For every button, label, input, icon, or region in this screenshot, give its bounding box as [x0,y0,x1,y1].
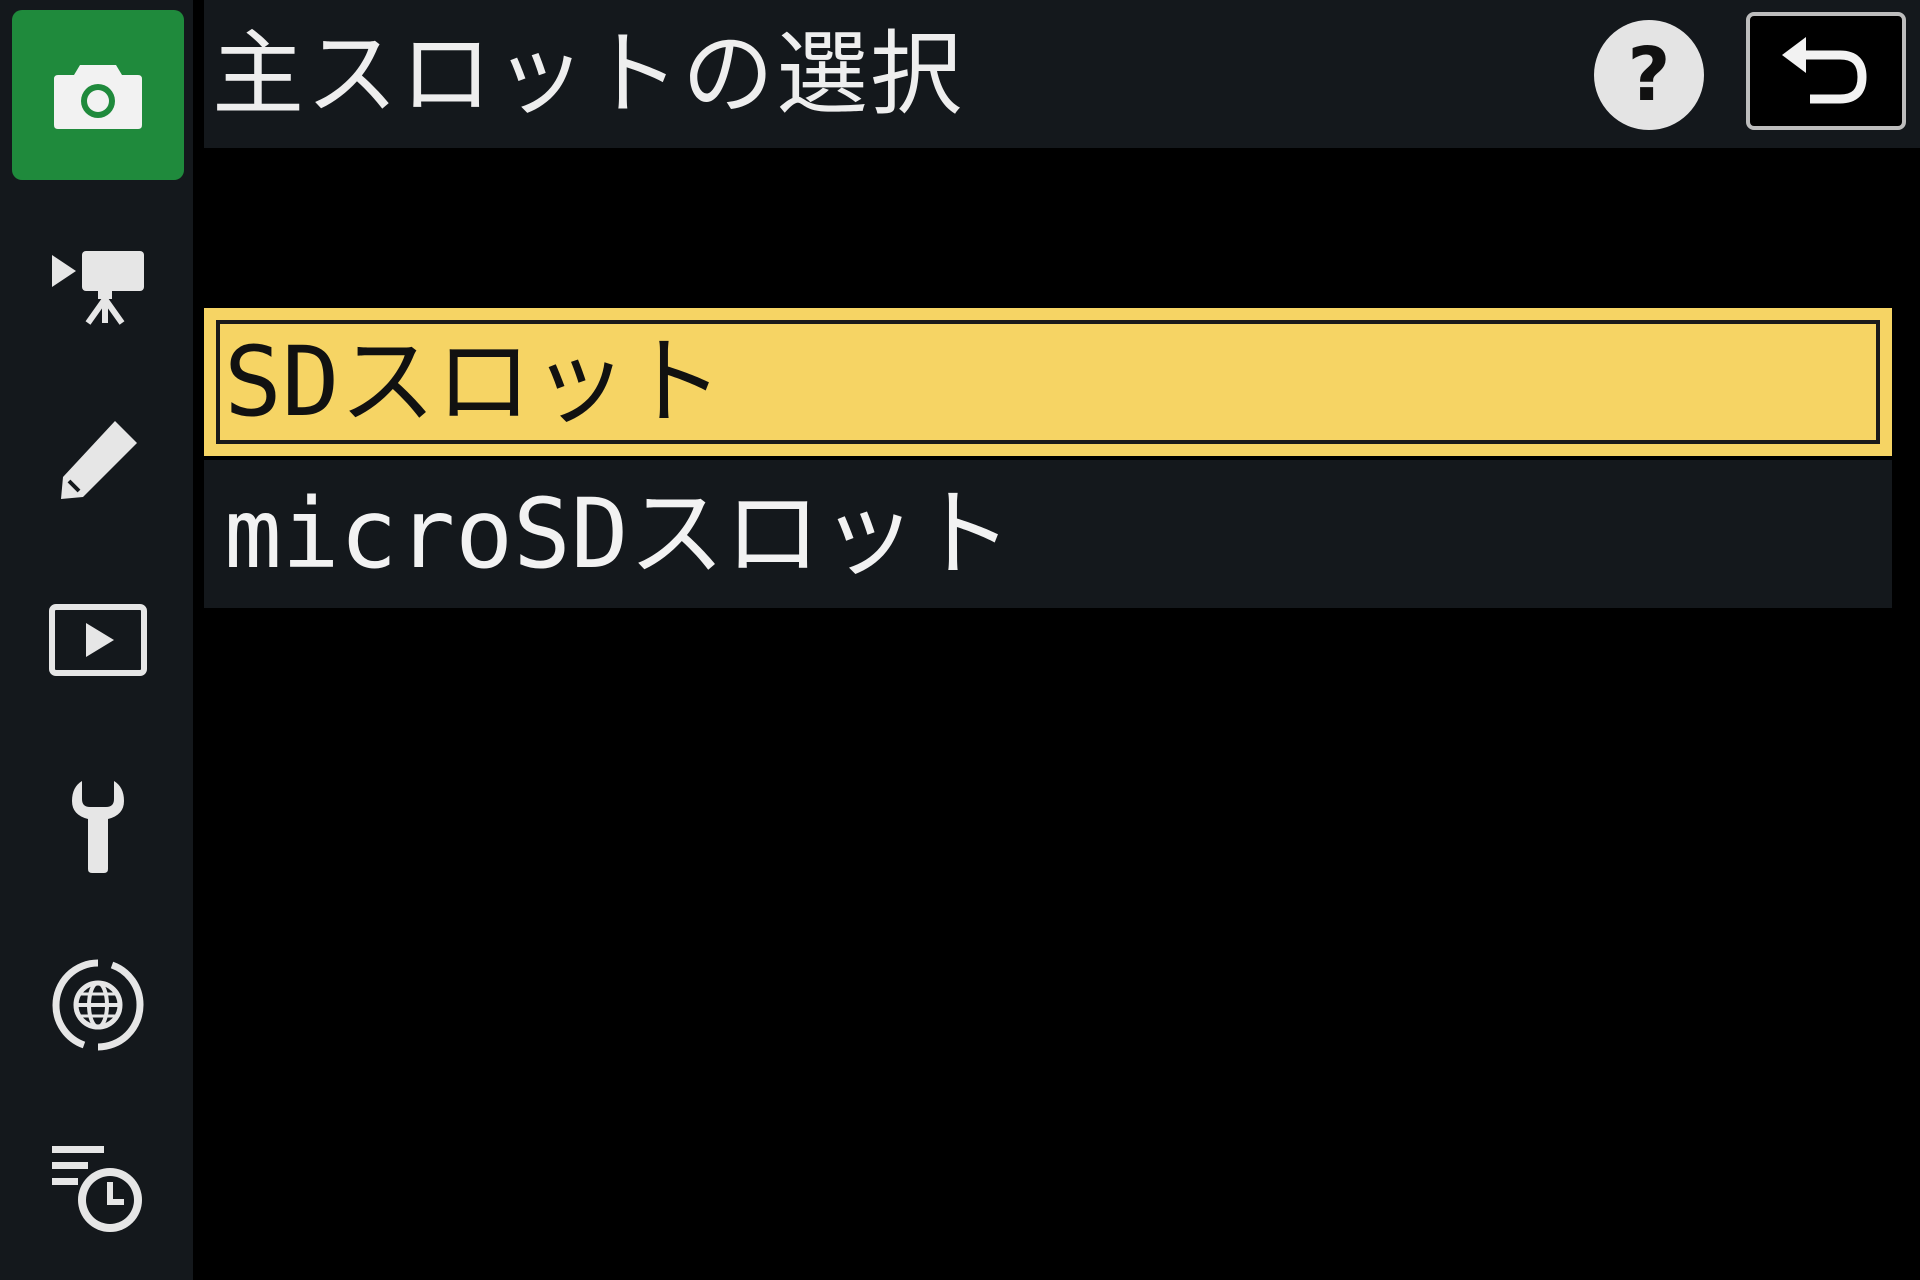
option-microsd-slot[interactable]: microSDスロット [204,460,1892,608]
page-title: 主スロットの選択 [212,21,965,128]
recent-settings-icon [52,1146,142,1232]
option-sd-slot[interactable]: SDスロット [204,308,1892,456]
back-button[interactable] [1746,12,1906,130]
tab-photo-shooting[interactable] [12,10,184,180]
return-icon [1782,37,1867,104]
help-icon: ? [1627,32,1671,118]
option-label: SDスロット [224,326,724,438]
tab-custom-settings[interactable] [12,375,184,545]
tab-setup[interactable] [12,740,184,910]
movie-camera-icon [52,251,144,325]
camera-icon [54,65,142,129]
tab-recent-settings[interactable] [12,1105,184,1275]
header-bar: 主スロットの選択 ? [204,0,1920,148]
slot-option-list: SDスロット microSDスロット [204,308,1892,608]
pencil-icon [61,421,137,499]
wrench-icon [72,781,124,873]
tab-movie-shooting[interactable] [12,200,184,370]
option-label: microSDスロット [224,478,1013,590]
tab-network[interactable] [12,920,184,1090]
tab-playback[interactable] [12,555,184,725]
sidebar [0,0,193,1280]
playback-icon [49,604,147,676]
help-button[interactable]: ? [1594,20,1704,130]
network-icon [52,959,144,1051]
